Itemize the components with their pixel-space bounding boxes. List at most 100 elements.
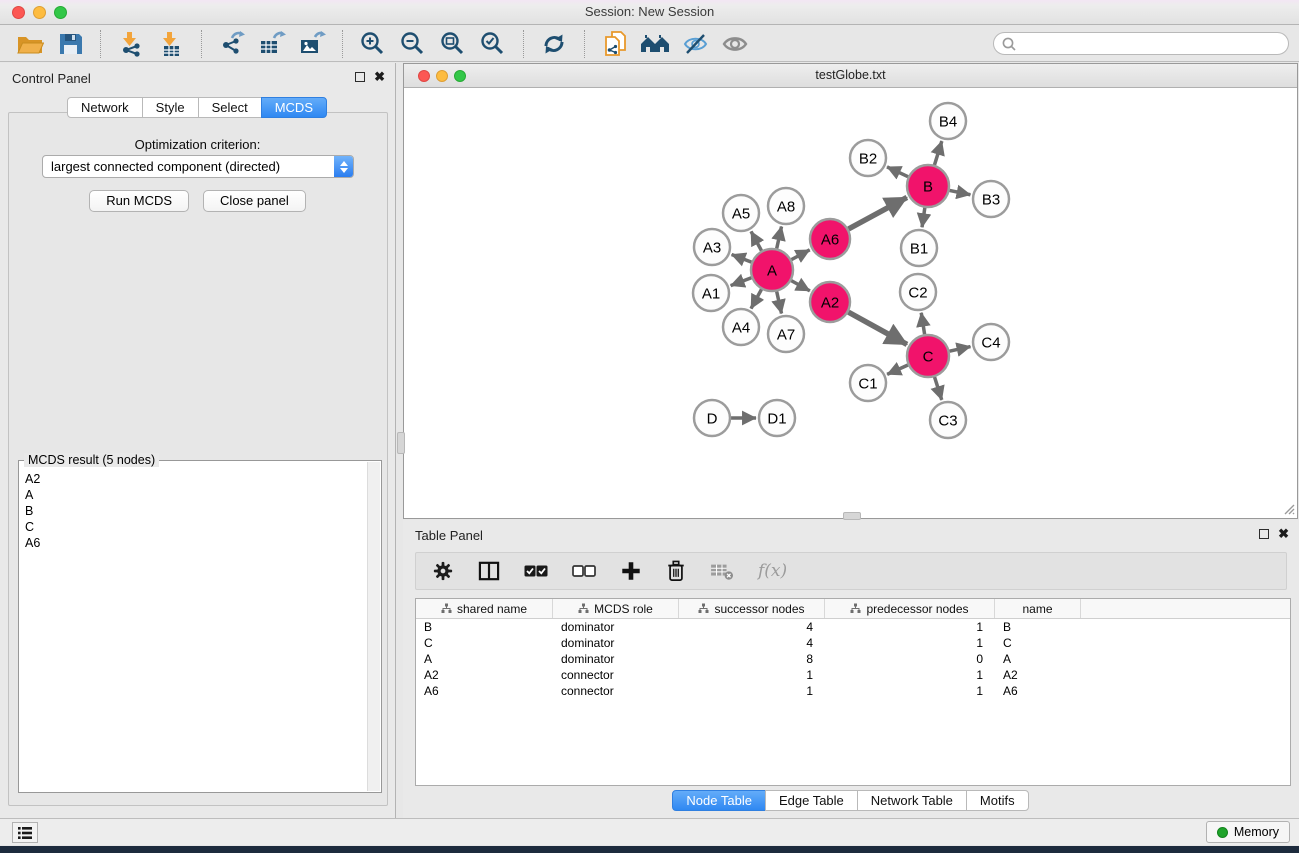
table-settings-gear-icon[interactable] (432, 560, 454, 582)
network-close-button[interactable] (418, 70, 430, 82)
graph-edge-A-A6[interactable] (791, 250, 809, 260)
mcds-result-list[interactable]: A2ABCA6 (20, 467, 367, 791)
table-cell[interactable]: dominator (553, 636, 679, 650)
mcds-result-item[interactable]: A2 (25, 471, 367, 487)
mcds-result-item[interactable]: A6 (25, 535, 367, 551)
task-history-button[interactable] (12, 822, 38, 843)
graph-edge-B-B3[interactable] (950, 190, 971, 194)
table-row[interactable]: A6connector11A6 (416, 683, 1290, 699)
show-selected-eye-icon[interactable] (718, 29, 752, 59)
table-row[interactable]: A2connector11A2 (416, 667, 1290, 683)
table-cell[interactable]: 8 (679, 652, 825, 666)
network-minimize-button[interactable] (436, 70, 448, 82)
graph-edge-B-B2[interactable] (887, 167, 908, 177)
clone-network-icon[interactable] (598, 29, 632, 59)
graph-edge-A2-C[interactable] (848, 312, 907, 344)
tab-mcds[interactable]: MCDS (261, 97, 327, 118)
run-mcds-button[interactable]: Run MCDS (89, 190, 189, 212)
result-scrollbar[interactable] (367, 462, 380, 791)
tab-style[interactable]: Style (142, 97, 199, 118)
function-builder-icon[interactable]: f(x) (758, 561, 787, 581)
table-cell[interactable]: C (416, 636, 553, 650)
open-session-icon[interactable] (13, 29, 47, 59)
show-column-icon[interactable] (478, 561, 500, 581)
table-cell[interactable]: connector (553, 668, 679, 682)
toolbar-search-field[interactable] (993, 32, 1289, 55)
table-cell[interactable]: connector (553, 684, 679, 698)
vertical-split-handle[interactable] (397, 432, 405, 454)
graph-edge-B-B4[interactable] (934, 141, 941, 165)
table-cell[interactable]: B (416, 620, 553, 634)
graph-edge-C-C4[interactable] (949, 347, 970, 352)
table-cell[interactable]: 1 (825, 620, 995, 634)
select-all-icon[interactable] (524, 564, 548, 578)
mcds-result-item[interactable]: A (25, 487, 367, 503)
graph-edge-C-C1[interactable] (887, 365, 908, 374)
import-table-icon[interactable] (154, 29, 188, 59)
column-header-successor-nodes[interactable]: successor nodes (679, 599, 825, 618)
table-row[interactable]: Bdominator41B (416, 619, 1290, 635)
refresh-icon[interactable] (537, 29, 571, 59)
float-table-panel-icon[interactable] (1259, 529, 1269, 539)
network-window-titlebar[interactable]: testGlobe.txt (404, 64, 1297, 88)
network-canvas[interactable]: B4B2BB3A5A8A6B1A3AA1C2A2A4A7C4CC1C3DD1 (404, 88, 1297, 517)
table-cell[interactable]: 4 (679, 620, 825, 634)
table-cell[interactable]: 1 (825, 668, 995, 682)
graph-edge-A6-B[interactable] (848, 197, 906, 229)
graph-edge-A-A2[interactable] (791, 281, 810, 291)
tab-motifs[interactable]: Motifs (966, 790, 1029, 811)
import-network-icon[interactable] (114, 29, 148, 59)
table-cell[interactable]: A6 (995, 684, 1081, 698)
table-cell[interactable]: A2 (995, 668, 1081, 682)
table-cell[interactable]: 1 (825, 684, 995, 698)
home-layout-icon[interactable] (638, 29, 672, 59)
create-column-plus-icon[interactable] (620, 560, 642, 582)
export-network-icon[interactable] (215, 29, 249, 59)
tab-edge-table[interactable]: Edge Table (765, 790, 858, 811)
resize-grip-icon[interactable] (1281, 501, 1295, 515)
deselect-all-icon[interactable] (572, 564, 596, 578)
table-cell[interactable]: B (995, 620, 1081, 634)
graph-edge-C-C2[interactable] (921, 313, 924, 335)
graph-edge-A-A7[interactable] (777, 291, 782, 313)
table-cell[interactable]: 4 (679, 636, 825, 650)
tab-network[interactable]: Network (67, 97, 143, 118)
network-graph[interactable]: B4B2BB3A5A8A6B1A3AA1C2A2A4A7C4CC1C3DD1 (404, 88, 1297, 517)
table-row[interactable]: Cdominator41C (416, 635, 1290, 651)
graph-edge-A-A8[interactable] (777, 227, 782, 249)
graph-edge-A-A1[interactable] (731, 278, 752, 286)
criterion-dropdown[interactable]: largest connected component (directed) (42, 155, 354, 178)
table-cell[interactable]: dominator (553, 652, 679, 666)
table-cell[interactable]: dominator (553, 620, 679, 634)
search-input[interactable] (1017, 35, 1288, 53)
table-cell[interactable]: A2 (416, 668, 553, 682)
table-cell[interactable]: 0 (825, 652, 995, 666)
graph-edge-A-A3[interactable] (732, 255, 752, 263)
horizontal-split-handle[interactable] (843, 512, 861, 520)
delete-table-icon[interactable] (710, 561, 734, 581)
table-cell[interactable]: 1 (679, 668, 825, 682)
graph-edge-A-A5[interactable] (751, 231, 761, 250)
hide-selected-eye-icon[interactable] (678, 29, 712, 59)
export-image-icon[interactable] (295, 29, 329, 59)
column-header-predecessor-nodes[interactable]: predecessor nodes (825, 599, 995, 618)
close-panel-button[interactable]: Close panel (203, 190, 306, 212)
close-table-panel-icon[interactable]: ✖ (1278, 528, 1289, 539)
table-cell[interactable]: 1 (679, 684, 825, 698)
close-window-button[interactable] (12, 6, 25, 19)
table-cell[interactable]: C (995, 636, 1081, 650)
column-header-MCDS-role[interactable]: MCDS role (553, 599, 679, 618)
float-panel-icon[interactable] (355, 72, 365, 82)
mcds-result-item[interactable]: B (25, 503, 367, 519)
graph-edge-A-A4[interactable] (751, 289, 761, 308)
column-header-name[interactable]: name (995, 599, 1081, 618)
graph-edge-C-C3[interactable] (935, 377, 942, 400)
close-panel-icon[interactable]: ✖ (374, 71, 385, 82)
minimize-window-button[interactable] (33, 6, 46, 19)
table-cell[interactable]: A6 (416, 684, 553, 698)
column-header-shared-name[interactable]: shared name (416, 599, 553, 618)
table-cell[interactable]: A (995, 652, 1081, 666)
tab-network-table[interactable]: Network Table (857, 790, 967, 811)
memory-button[interactable]: Memory (1206, 821, 1290, 843)
export-table-icon[interactable] (255, 29, 289, 59)
